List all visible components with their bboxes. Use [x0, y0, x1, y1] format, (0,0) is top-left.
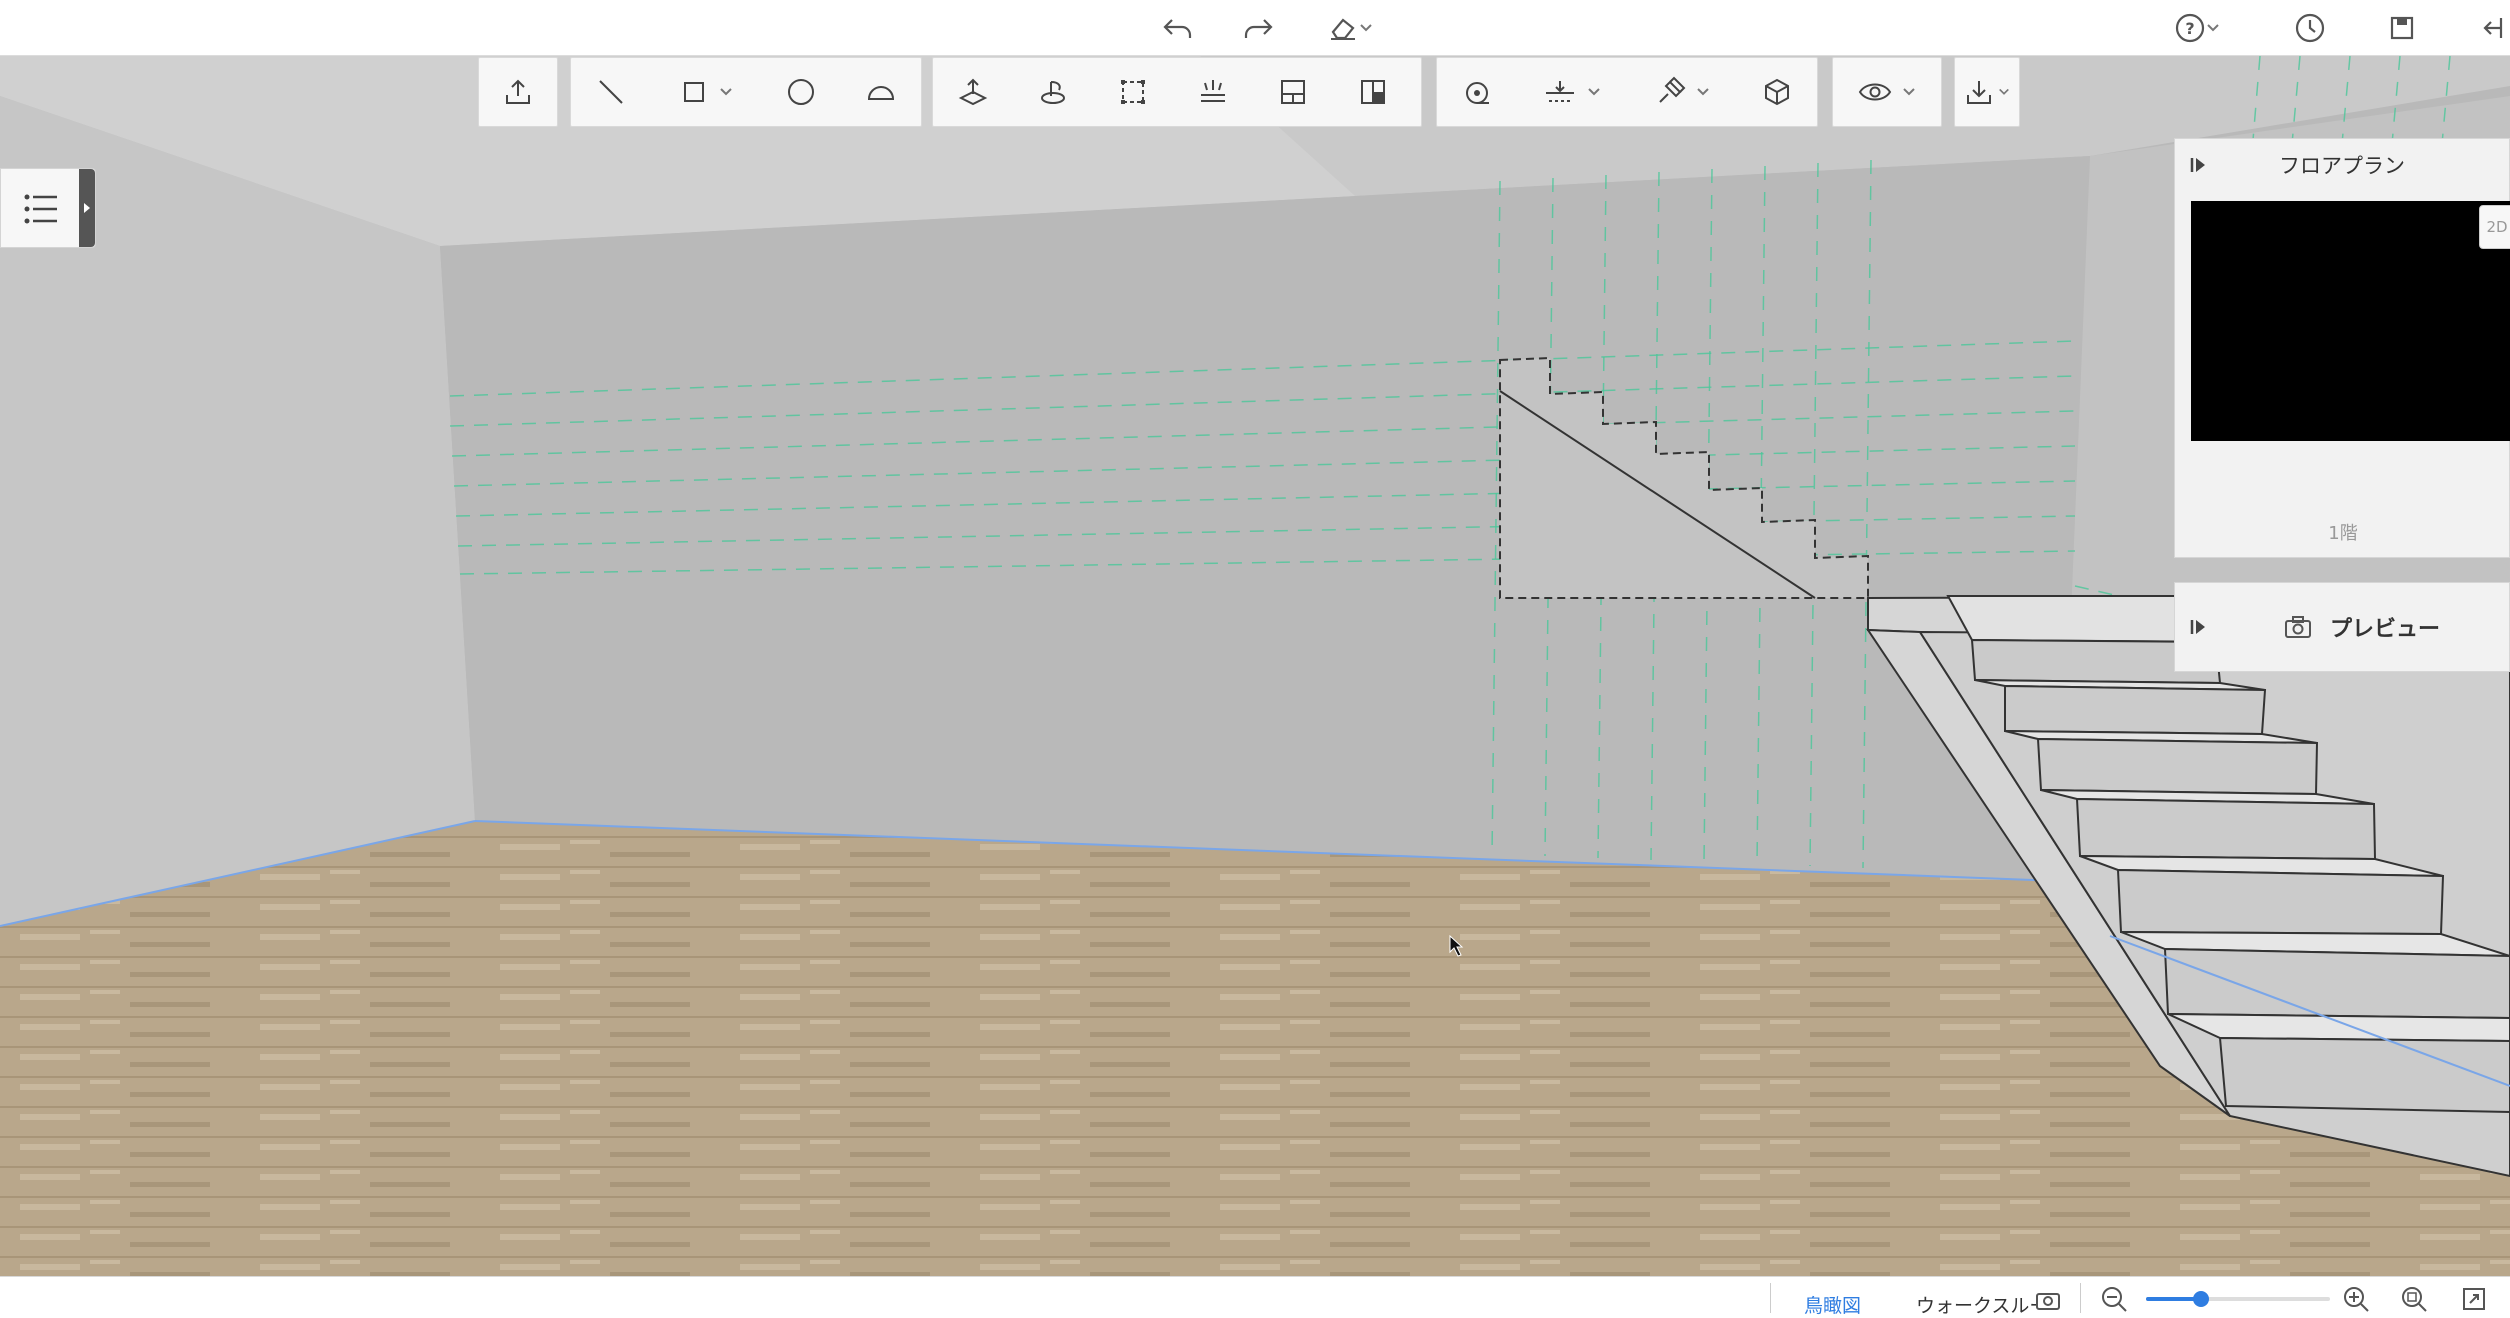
toolbar-group-tools	[1436, 57, 1818, 127]
floorplan-canvas[interactable]	[2191, 201, 2510, 441]
zoom-in-icon[interactable]	[2342, 1285, 2370, 1313]
light-icon	[1201, 80, 1225, 102]
download-dropdown-button[interactable]	[1955, 62, 2019, 122]
chevron-down-icon	[2207, 24, 2219, 32]
camera-icon	[2284, 616, 2311, 638]
side-menu-toggle[interactable]	[0, 168, 96, 248]
chevron-down-icon	[1697, 88, 1709, 96]
push-pull-icon	[958, 78, 988, 106]
rectangle-tool-button[interactable]	[651, 62, 761, 122]
chevron-right-icon	[84, 203, 90, 213]
toolbar-group-draw	[570, 57, 922, 127]
toolbar-group-edit	[932, 57, 1422, 127]
texture-icon	[1361, 80, 1385, 104]
exit-icon[interactable]	[2470, 6, 2510, 50]
preview-panel: プレビュー	[2174, 582, 2510, 672]
paint-icon	[1659, 76, 1686, 103]
floorplan-panel: フロアプラン 2D 1階	[2174, 138, 2510, 558]
divider	[1770, 1283, 1771, 1313]
view-walkthrough-tab[interactable]: ウォークスルー	[1916, 1291, 2048, 1318]
circle-icon	[788, 79, 814, 105]
view-birdseye-tab[interactable]: 鳥瞰図	[1804, 1291, 1861, 1318]
2d-toggle-button[interactable]: 2D	[2479, 205, 2510, 249]
upload-icon	[506, 79, 530, 104]
collapse-panel-icon[interactable]	[2189, 155, 2209, 175]
line-icon	[599, 80, 623, 104]
chevron-down-icon	[1360, 24, 1372, 32]
collapse-handle[interactable]	[79, 169, 95, 247]
3d-viewport[interactable]	[0, 56, 2510, 1276]
rectangle-icon	[684, 82, 704, 102]
preview-header[interactable]: プレビュー	[2175, 583, 2509, 671]
push-pull-button[interactable]	[933, 62, 1013, 122]
texture-button[interactable]	[1333, 62, 1413, 122]
toolbar-group-view	[1832, 57, 1942, 127]
arc-icon	[867, 86, 895, 100]
top-bar: ?	[0, 0, 2510, 56]
cube-icon	[1765, 78, 1789, 106]
zoom-slider-handle[interactable]	[2193, 1291, 2210, 1307]
arc-tool-button[interactable]	[841, 62, 921, 122]
chevron-down-icon	[1588, 88, 1600, 96]
list-icon	[24, 194, 57, 224]
visibility-dropdown-button[interactable]	[1833, 62, 1941, 122]
floor-label[interactable]: 1階	[2175, 519, 2510, 545]
zoom-slider[interactable]	[2146, 1291, 2330, 1307]
floorplan-header: フロアプラン	[2175, 139, 2509, 191]
select-area-button[interactable]	[1093, 62, 1173, 122]
floorplan-title: フロアプラン	[2279, 154, 2405, 178]
chevron-down-icon	[1903, 88, 1915, 96]
toolbar-group-export	[1954, 57, 2020, 127]
download-icon	[1967, 81, 1991, 104]
rotate-icon	[1041, 81, 1065, 104]
svg-text:?: ?	[2185, 19, 2194, 38]
history-icon[interactable]	[2290, 6, 2330, 50]
select-area-icon	[1121, 80, 1145, 104]
camera-view-icon[interactable]	[2034, 1287, 2064, 1313]
status-bar: 鳥瞰図 ウォークスルー	[0, 1276, 2510, 1318]
measure-icon	[1466, 82, 1489, 104]
preview-title: プレビュー	[2329, 617, 2440, 642]
eraser-icon	[1331, 18, 1355, 40]
align-icon	[1546, 81, 1574, 102]
scene-drawing	[0, 56, 2510, 1276]
undo-icon[interactable]	[1158, 6, 1198, 50]
cube-button[interactable]	[1737, 62, 1817, 122]
help-icon: ?	[2175, 13, 2205, 43]
circle-tool-button[interactable]	[761, 62, 841, 122]
eraser-dropdown-button[interactable]	[1318, 6, 1382, 50]
align-dropdown-button[interactable]	[1517, 62, 1627, 122]
measure-button[interactable]	[1437, 62, 1517, 122]
chevron-down-icon	[1999, 88, 2009, 95]
save-icon[interactable]	[2382, 6, 2422, 50]
redo-icon[interactable]	[1238, 6, 1278, 50]
wall-panel-button[interactable]	[1253, 62, 1333, 122]
chevron-down-icon	[720, 88, 732, 96]
zoom-area-icon[interactable]	[2400, 1285, 2428, 1313]
zoom-out-icon[interactable]	[2100, 1285, 2128, 1313]
eye-icon	[1858, 83, 1892, 101]
rotate-button[interactable]	[1013, 62, 1093, 122]
paint-dropdown-button[interactable]	[1627, 62, 1737, 122]
divider	[2080, 1283, 2081, 1313]
wall-panel-icon	[1281, 80, 1305, 104]
help-dropdown-button[interactable]: ?	[2164, 6, 2230, 50]
line-tool-button[interactable]	[571, 62, 651, 122]
upload-button[interactable]	[479, 62, 557, 122]
toolbar-group-file	[478, 57, 558, 127]
light-button[interactable]	[1173, 62, 1253, 122]
collapse-panel-icon[interactable]	[2189, 617, 2209, 637]
zoom-fit-icon[interactable]	[2460, 1285, 2488, 1313]
